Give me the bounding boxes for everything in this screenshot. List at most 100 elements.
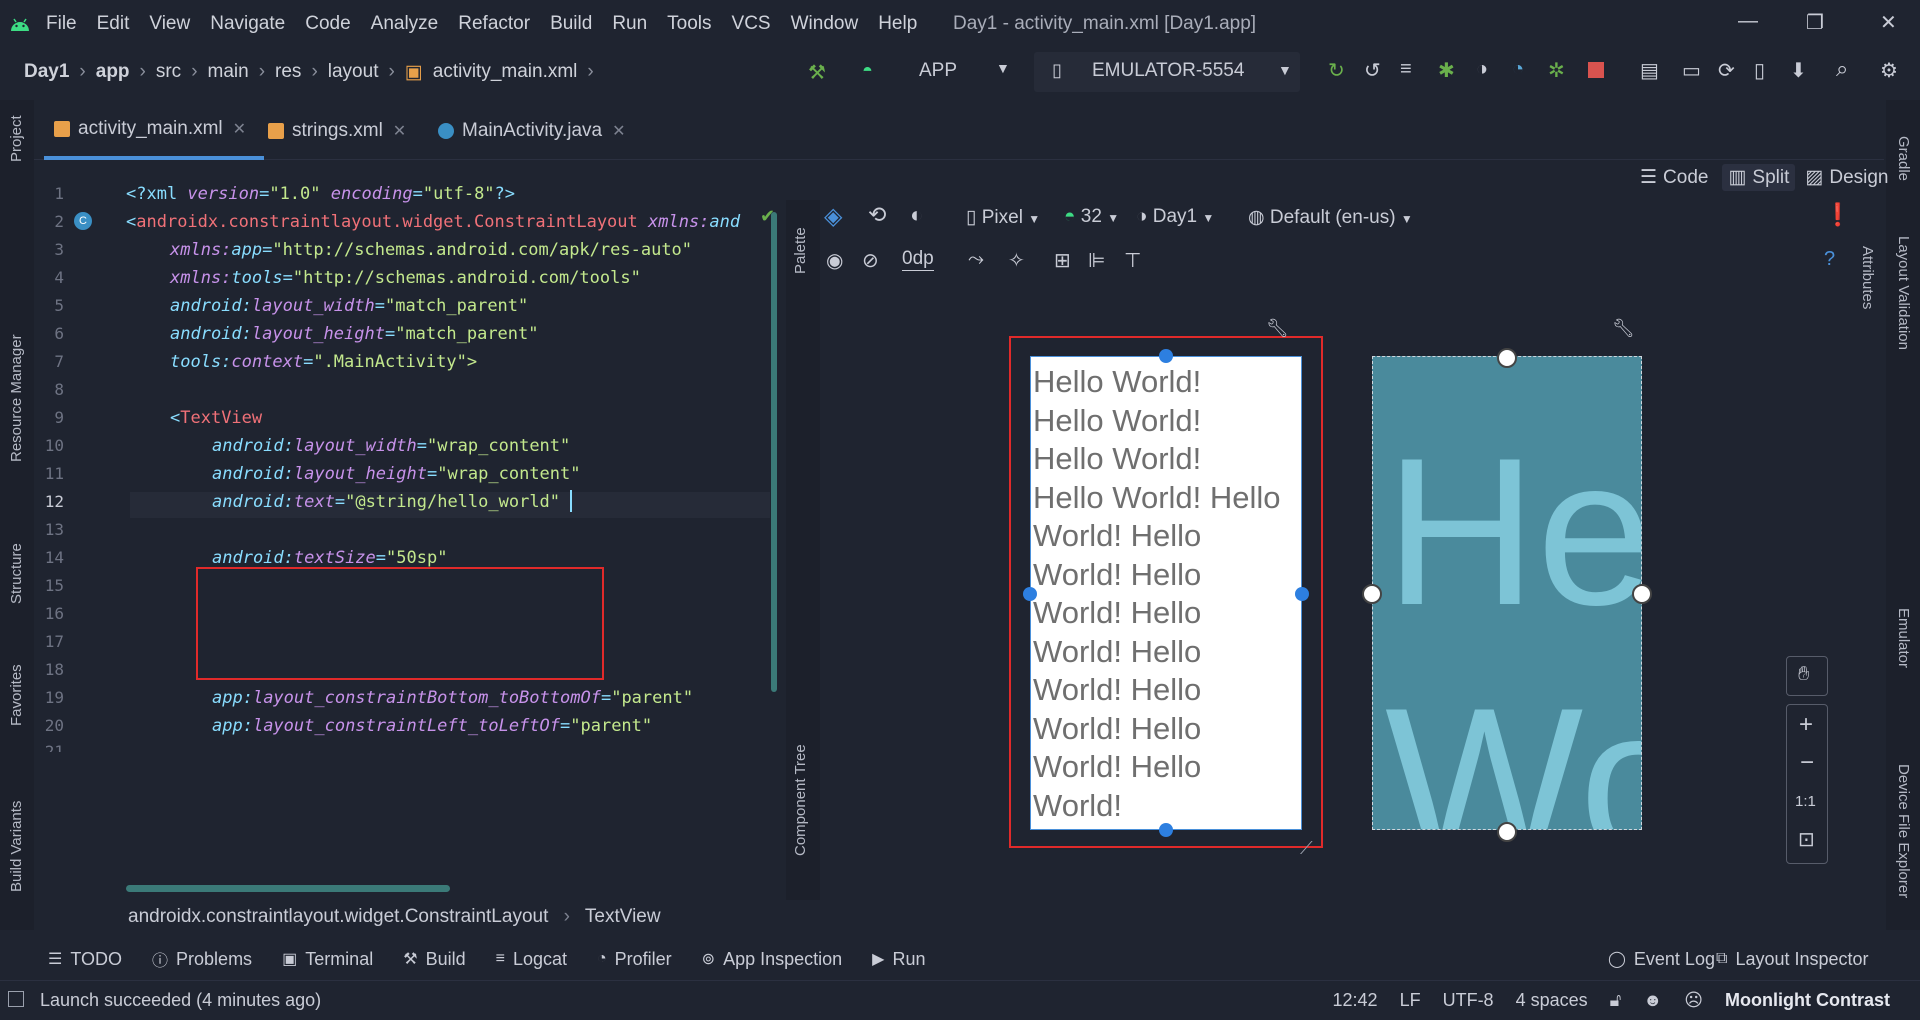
resize-handle-icon[interactable]: ⟋ bbox=[1300, 838, 1313, 859]
guidelines-icon[interactable]: ⊤ bbox=[1124, 248, 1141, 273]
breadcrumb-file[interactable]: activity_main.xml bbox=[433, 61, 578, 83]
tool-project[interactable]: Project bbox=[8, 115, 25, 162]
lock-icon[interactable]: 🔓︎ bbox=[1610, 990, 1622, 1011]
device-manager-icon[interactable]: ▯ bbox=[1754, 58, 1765, 83]
run-config-select[interactable]: APP bbox=[919, 60, 957, 82]
menu-analyze[interactable]: Analyze bbox=[371, 13, 439, 35]
align-icon[interactable]: ⊫ bbox=[1088, 248, 1105, 273]
editor-horizontal-scrollbar[interactable] bbox=[126, 885, 450, 892]
build-tool[interactable]: ⚒ Build bbox=[403, 949, 465, 970]
magnet-icon[interactable]: ⊘ bbox=[862, 248, 879, 273]
textview-preview[interactable]: Hello World! Hello World! Hello World! H… bbox=[1033, 363, 1301, 825]
tool-build-variants[interactable]: Build Variants bbox=[8, 801, 25, 892]
blueprint-handle-left[interactable] bbox=[1362, 584, 1382, 604]
infer-constraints-icon[interactable]: ✧ bbox=[1008, 248, 1025, 273]
layout-inspector-tool[interactable]: ⧉ Layout Inspector bbox=[1716, 949, 1869, 970]
project-structure-icon[interactable]: ▤ bbox=[1640, 58, 1659, 83]
device-select[interactable]: ▯ EMULATOR-5554 ▼ bbox=[1034, 52, 1300, 92]
zoom-in-button[interactable]: + bbox=[1799, 711, 1813, 739]
zoom-out-button[interactable]: − bbox=[1800, 749, 1814, 777]
menu-window[interactable]: Window bbox=[791, 13, 859, 35]
settings-icon[interactable]: ⚙ bbox=[1880, 58, 1898, 83]
search-icon[interactable]: ⌕ bbox=[1836, 56, 1848, 82]
menu-tools[interactable]: Tools bbox=[667, 13, 711, 35]
menu-edit[interactable]: Edit bbox=[97, 13, 130, 35]
night-mode-icon[interactable]: ◐ bbox=[910, 202, 923, 228]
code-view-button[interactable]: Code bbox=[1663, 167, 1708, 189]
line-separator[interactable]: LF bbox=[1400, 990, 1421, 1011]
breadcrumb-module[interactable]: app bbox=[96, 61, 130, 83]
event-log-tool[interactable]: ◯ Event Log bbox=[1608, 949, 1715, 970]
tool-emulator[interactable]: Emulator bbox=[1895, 608, 1912, 668]
restore-button[interactable]: ❐ bbox=[1806, 10, 1824, 35]
terminal-tool[interactable]: ▣ Terminal bbox=[282, 949, 373, 970]
memory-indicator-icon[interactable]: ☹ bbox=[1684, 990, 1703, 1011]
blueprint-handle-bottom[interactable] bbox=[1497, 822, 1517, 842]
coverage-icon[interactable]: ◑ bbox=[1476, 58, 1488, 81]
split-view-button[interactable]: ▥ Split bbox=[1722, 164, 1796, 191]
menu-vcs[interactable]: VCS bbox=[732, 13, 771, 35]
eye-icon[interactable]: ◉ bbox=[826, 248, 843, 273]
tab-activity-main[interactable]: activity_main.xml ✕ bbox=[44, 102, 264, 160]
zoom-reset-button[interactable]: 1:1 bbox=[1795, 793, 1816, 810]
close-tab-icon[interactable]: ✕ bbox=[393, 121, 406, 141]
blueprint-handle-right[interactable] bbox=[1632, 584, 1652, 604]
breadcrumb-textview[interactable]: TextView bbox=[585, 906, 661, 927]
menu-code[interactable]: Code bbox=[305, 13, 350, 35]
sync-gradle-icon[interactable]: ⟳ bbox=[1718, 58, 1735, 83]
run-tool[interactable]: ▶ Run bbox=[872, 949, 925, 970]
warning-icon[interactable]: ❗ bbox=[1824, 202, 1851, 228]
attributes-tab[interactable]: Attributes bbox=[1859, 246, 1876, 309]
tab-strings[interactable]: strings.xml ✕ bbox=[268, 102, 428, 160]
device-select[interactable]: ▯ Pixel ▼ bbox=[966, 206, 1040, 229]
todo-tool[interactable]: ☰ TODO bbox=[48, 949, 122, 970]
status-message[interactable]: Launch succeeded (4 minutes ago) bbox=[40, 990, 321, 1011]
component-tree-tab[interactable]: Component Tree bbox=[792, 744, 809, 856]
tool-gradle[interactable]: Gradle bbox=[1895, 136, 1912, 181]
menu-refactor[interactable]: Refactor bbox=[458, 13, 530, 35]
stop-icon[interactable] bbox=[1588, 62, 1604, 78]
class-gutter-icon[interactable]: C bbox=[74, 212, 92, 230]
menu-run[interactable]: Run bbox=[612, 13, 647, 35]
breadcrumb-src[interactable]: src bbox=[156, 61, 181, 83]
menu-build[interactable]: Build bbox=[550, 13, 592, 35]
pan-button[interactable]: ✋︎ bbox=[1786, 656, 1828, 696]
menu-navigate[interactable]: Navigate bbox=[210, 13, 285, 35]
breadcrumb-res[interactable]: res bbox=[275, 61, 301, 83]
theme-select[interactable]: ◑ Day1 ▼ bbox=[1136, 206, 1214, 228]
problems-tool[interactable]: ⓘ Problems bbox=[152, 947, 252, 971]
app-inspection-tool[interactable]: ⊚ App Inspection bbox=[702, 949, 843, 970]
layers-icon[interactable]: ◈ bbox=[824, 202, 842, 231]
clear-constraints-icon[interactable]: ⤳ bbox=[968, 248, 984, 271]
close-tab-icon[interactable]: ✕ bbox=[233, 119, 246, 139]
help-icon[interactable]: ? bbox=[1824, 248, 1835, 271]
blueprint-preview[interactable]: He Wo bbox=[1372, 356, 1642, 830]
editor-vertical-scrollbar[interactable] bbox=[771, 212, 777, 692]
apply-code-changes-icon[interactable]: ≡ bbox=[1400, 58, 1412, 81]
blueprint-handle-top[interactable] bbox=[1497, 348, 1517, 368]
minimize-button[interactable]: — bbox=[1738, 10, 1758, 33]
breadcrumb-main[interactable]: main bbox=[208, 61, 249, 83]
close-window-button[interactable]: ✕ bbox=[1880, 10, 1897, 35]
sdk-manager-icon[interactable]: ⬇ bbox=[1790, 58, 1807, 83]
breadcrumb-layout[interactable]: layout bbox=[328, 61, 379, 83]
design-view-button[interactable]: Design bbox=[1829, 167, 1888, 189]
attach-debugger-icon[interactable]: ✲ bbox=[1548, 58, 1565, 83]
tool-device-file-explorer[interactable]: Device File Explorer bbox=[1895, 764, 1912, 898]
breadcrumb-constraint-layout[interactable]: androidx.constraintlayout.widget.Constra… bbox=[128, 906, 548, 927]
zoom-fit-icon[interactable]: ⊡ bbox=[1798, 827, 1815, 852]
profile-icon[interactable]: ◔ bbox=[1512, 58, 1524, 81]
code-editor[interactable]: 1 2 3 4 5 6 7 8 9 10 11 12 13 14 15 16 1… bbox=[34, 180, 786, 900]
indent-setting[interactable]: 4 spaces bbox=[1516, 990, 1588, 1011]
breadcrumb-project[interactable]: Day1 bbox=[24, 61, 69, 83]
orientation-icon[interactable]: ⟲ bbox=[868, 202, 886, 228]
locale-select[interactable]: ◍ Default (en-us) ▼ bbox=[1248, 206, 1413, 229]
avd-manager-icon[interactable]: ▭ bbox=[1682, 58, 1701, 83]
constraint-handle-bottom[interactable] bbox=[1159, 823, 1173, 837]
rerun-icon[interactable]: ↻ bbox=[1328, 58, 1345, 83]
design-preview[interactable]: Hello World! Hello World! Hello World! H… bbox=[1030, 356, 1302, 830]
panel-toggle-icon[interactable] bbox=[8, 991, 24, 1007]
api-select[interactable]: ◓ 32 ▼ bbox=[1064, 206, 1119, 228]
tool-structure[interactable]: Structure bbox=[8, 543, 25, 604]
menu-view[interactable]: View bbox=[149, 13, 190, 35]
